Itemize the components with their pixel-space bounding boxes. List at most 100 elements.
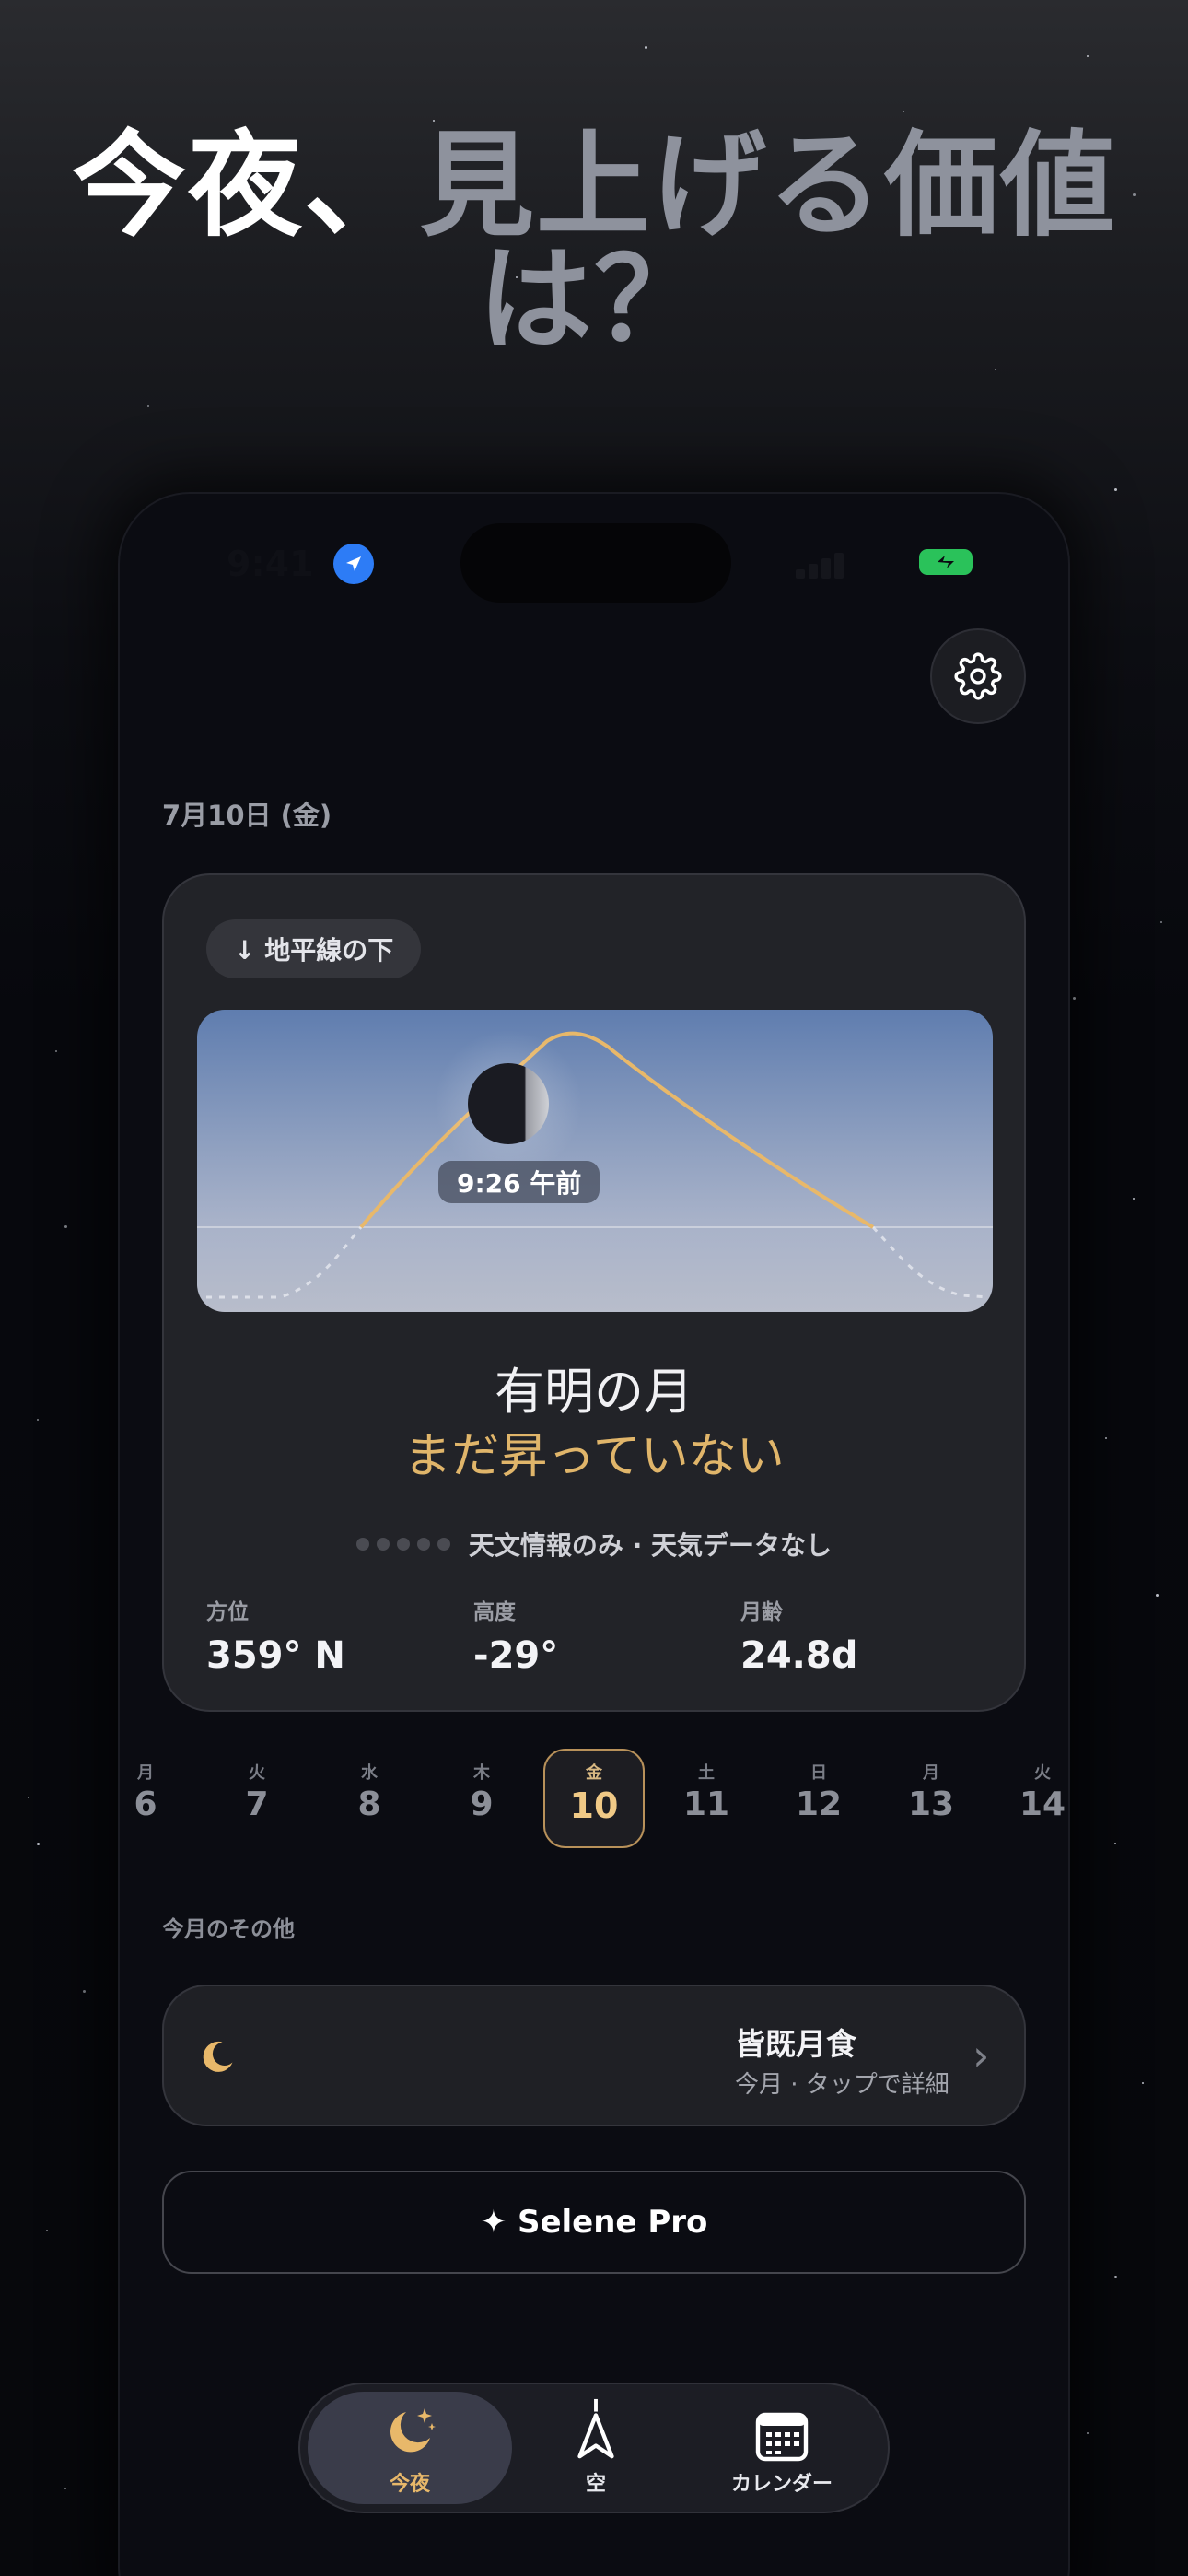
- star: [46, 2230, 48, 2231]
- day-number: 13: [907, 1786, 955, 1823]
- tab-bar: 今夜 空 カレンダー: [298, 2383, 890, 2513]
- stat-value: 359° N: [206, 1634, 345, 1677]
- battery-icon: [919, 549, 973, 575]
- date-label: 7月10日 (金): [162, 800, 332, 831]
- star: [37, 1843, 40, 1845]
- star: [1105, 1437, 1107, 1439]
- moon-status: まだ昇っていない: [403, 1429, 785, 1484]
- day-number: 6: [134, 1786, 157, 1823]
- day-item[interactable]: 月6: [118, 1760, 192, 1823]
- star: [1160, 921, 1162, 923]
- day-number: 12: [795, 1786, 843, 1823]
- day-number: 9: [470, 1786, 494, 1823]
- star: [147, 405, 149, 407]
- day-item[interactable]: 木9: [436, 1760, 528, 1823]
- star: [903, 111, 904, 112]
- headline-white: 今夜、: [71, 120, 420, 252]
- star: [28, 1797, 29, 1798]
- day-weekday: 金: [586, 1763, 602, 1783]
- moon-path-below: [206, 1226, 363, 1299]
- settings-button[interactable]: [930, 628, 1026, 724]
- stat-label: 月齢: [740, 1600, 783, 1624]
- tab-sky[interactable]: 空: [494, 2392, 698, 2504]
- moon-stars-icon: [308, 2392, 512, 2462]
- star: [995, 369, 996, 370]
- stat-label: 方位: [206, 1600, 249, 1624]
- month-section-label: 今月のその他: [162, 1916, 295, 1942]
- moon-path-below-right: [871, 1225, 990, 1299]
- location-arrow-icon: [333, 544, 374, 584]
- star: [37, 1419, 39, 1421]
- moon-time-label: 9:26 午前: [438, 1161, 600, 1203]
- marketing-headline: 今夜、見上げる価値は？: [55, 129, 1133, 357]
- star: [64, 2488, 66, 2489]
- day-weekday: 土: [698, 1763, 715, 1783]
- star: [55, 1050, 57, 1052]
- star: [1114, 1843, 1116, 1844]
- day-selector: 月6 火7 水8 木9 金 10 土 11 日 12 月 13 火 14: [118, 1749, 1070, 1852]
- tab-label: 今夜: [389, 2473, 430, 2496]
- day-number: 11: [682, 1786, 730, 1823]
- stat-azimuth: 方位 359° N: [206, 1594, 345, 1677]
- crescent-moon-icon: [197, 2037, 238, 2081]
- day-item[interactable]: 月 13: [885, 1760, 977, 1823]
- horizon-badge: ↓ 地平線の下: [206, 919, 422, 978]
- moon-card[interactable]: ↓ 地平線の下 9:26 午前 有明の月 まだ昇っていない 天文情報のみ · 天…: [162, 873, 1026, 1712]
- chevron-right-icon: ›: [973, 2031, 990, 2080]
- day-number: 10: [569, 1786, 619, 1826]
- headline-gray: 見上げる価値は？: [420, 120, 1117, 367]
- phone-frame: 9:41 7月10日 (金) ↓ 地平線の下 9:26 午前 有明の月 まだ昇っ…: [118, 492, 1070, 2576]
- day-weekday: 火: [1034, 1763, 1051, 1783]
- day-item-selected[interactable]: 金 10: [543, 1749, 645, 1848]
- star: [83, 1990, 86, 1993]
- star: [645, 46, 647, 49]
- compass-arrow-icon: [494, 2392, 698, 2462]
- day-weekday: 日: [810, 1763, 827, 1783]
- tab-label: 空: [585, 2473, 606, 2496]
- star: [1114, 488, 1117, 491]
- day-number: 14: [1019, 1786, 1066, 1823]
- day-item[interactable]: 日 12: [773, 1760, 865, 1823]
- signal-icon: [796, 551, 855, 579]
- day-item[interactable]: 火 14: [996, 1760, 1070, 1823]
- quality-dots: [355, 1538, 450, 1551]
- day-weekday: 水: [361, 1763, 378, 1783]
- moon-name: 有明の月: [495, 1363, 693, 1421]
- stat-value: -29°: [473, 1634, 559, 1677]
- star: [1142, 2082, 1144, 2084]
- event-subtitle: 今月 · タップで詳細: [735, 2071, 949, 2099]
- star: [1133, 193, 1136, 196]
- stat-altitude: 高度 -29°: [473, 1594, 558, 1677]
- tab-tonight[interactable]: 今夜: [308, 2392, 512, 2504]
- event-title: 皆既月食: [735, 2026, 856, 2062]
- event-card-lunar-eclipse[interactable]: 皆既月食 今月 · タップで詳細 ›: [162, 1985, 1026, 2126]
- star: [64, 1225, 67, 1228]
- data-source-info: 天文情報のみ · 天気データなし: [164, 1526, 1024, 1563]
- moon-position-marker: [468, 1063, 549, 1144]
- moon-path-chart: 9:26 午前: [197, 1010, 993, 1312]
- star: [1073, 997, 1076, 1000]
- day-weekday: 月: [137, 1763, 154, 1783]
- day-item[interactable]: 水8: [323, 1760, 415, 1823]
- day-number: 7: [245, 1786, 269, 1823]
- day-item[interactable]: 火7: [211, 1760, 303, 1823]
- stat-value: 24.8d: [740, 1634, 858, 1677]
- day-weekday: 火: [249, 1763, 265, 1783]
- star: [1087, 55, 1089, 57]
- dynamic-island: [460, 523, 731, 603]
- info-text: 天文情報のみ · 天気データなし: [468, 1530, 833, 1561]
- tab-calendar[interactable]: カレンダー: [680, 2392, 884, 2504]
- moon-path-above: [359, 1031, 875, 1229]
- day-number: 8: [357, 1786, 381, 1823]
- star: [1133, 1198, 1135, 1200]
- star: [1114, 2276, 1117, 2278]
- star: [1156, 1594, 1159, 1597]
- calendar-icon: [680, 2392, 884, 2462]
- gear-icon: [954, 652, 1002, 700]
- selene-pro-button[interactable]: ✦ Selene Pro: [162, 2171, 1026, 2274]
- stat-label: 高度: [473, 1600, 516, 1624]
- day-weekday: 木: [473, 1763, 490, 1783]
- day-item[interactable]: 土 11: [660, 1760, 752, 1823]
- status-time: 9:41: [227, 544, 314, 584]
- star: [1087, 2432, 1089, 2434]
